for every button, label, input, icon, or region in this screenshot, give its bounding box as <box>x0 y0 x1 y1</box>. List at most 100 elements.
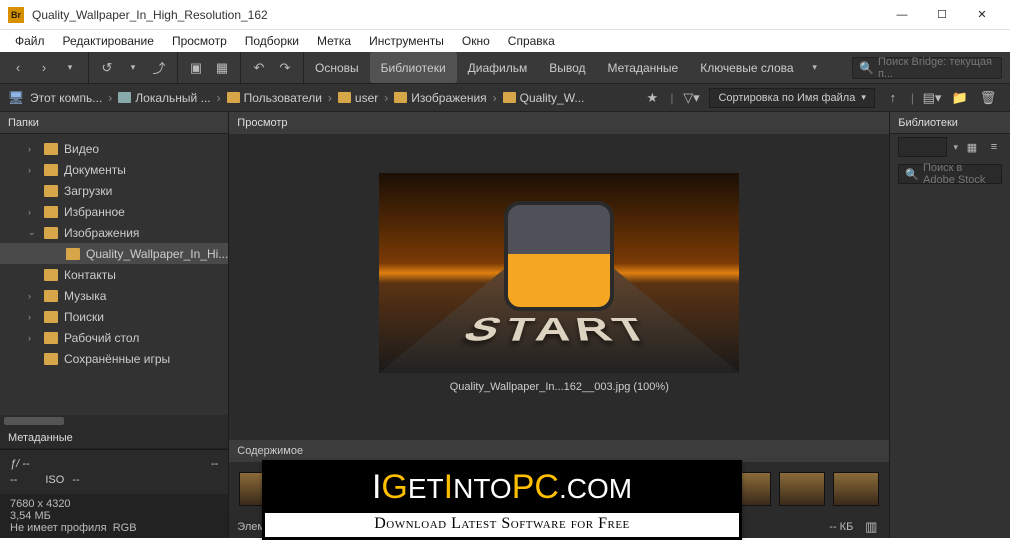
thumbnail[interactable] <box>833 472 879 506</box>
tree-item[interactable]: ›Рабочий стол <box>0 327 228 348</box>
list-view-icon[interactable]: ≡ <box>986 139 1002 155</box>
size-indicator: -- КБ <box>829 521 853 533</box>
drive-icon <box>118 92 131 103</box>
folder-icon <box>227 92 240 103</box>
tree-item[interactable]: Загрузки <box>0 180 228 201</box>
tree-item[interactable]: ›Избранное <box>0 201 228 222</box>
tree-item[interactable]: ›Музыка <box>0 285 228 306</box>
chevron-right-icon: › <box>326 91 334 105</box>
folder-tree: ›Видео ›Документы Загрузки ›Избранное ⌄И… <box>0 134 228 415</box>
tree-item[interactable]: ⌄Изображения <box>0 222 228 243</box>
aperture-label: ƒ/ -- <box>10 458 30 470</box>
tab-metadata[interactable]: Метаданные <box>597 52 690 83</box>
sort-asc-icon[interactable]: ↑ <box>883 88 903 108</box>
tab-keywords[interactable]: Ключевые слова <box>689 52 804 83</box>
menu-view[interactable]: Просмотр <box>163 32 236 50</box>
preview-area: START Quality_Wallpaper_In...162__003.jp… <box>229 134 889 440</box>
app-icon: Br <box>8 7 24 23</box>
folder-icon <box>44 311 58 323</box>
tab-output[interactable]: Вывод <box>538 52 596 83</box>
boomerang-icon[interactable]: ⤴ <box>149 58 169 78</box>
tree-item-selected[interactable]: Quality_Wallpaper_In_Hi... <box>0 243 228 264</box>
chevron-down-icon[interactable]: ▾ <box>60 58 80 78</box>
chevron-right-icon: › <box>106 91 114 105</box>
preview-panel-header[interactable]: Просмотр <box>229 112 889 134</box>
forward-button[interactable]: › <box>34 58 54 78</box>
back-button[interactable]: ‹ <box>8 58 28 78</box>
computer-icon[interactable]: 🖥 <box>6 88 26 108</box>
menu-help[interactable]: Справка <box>499 32 564 50</box>
breadcrumb[interactable]: Пользователи <box>223 91 326 105</box>
folders-panel-header[interactable]: Папки <box>0 112 228 134</box>
tree-item[interactable]: ›Поиски <box>0 306 228 327</box>
tree-item[interactable]: Контакты <box>0 264 228 285</box>
breadcrumb[interactable]: Этот компь... <box>26 91 106 105</box>
minimize-button[interactable]: — <box>882 1 922 29</box>
rotate-ccw-icon[interactable]: ↶ <box>249 58 269 78</box>
tab-essentials[interactable]: Основы <box>304 52 370 83</box>
preview-caption: Quality_Wallpaper_In...162__003.jpg (100… <box>442 373 677 401</box>
folder-icon <box>44 227 58 239</box>
image-text: START <box>452 312 666 351</box>
library-select[interactable] <box>898 137 947 157</box>
chevron-down-icon[interactable]: ▾ <box>805 58 825 78</box>
metadata-body: ƒ/ ---- --ISO-- <box>0 450 228 494</box>
options-icon[interactable]: ▥ <box>861 517 881 537</box>
watermark-brand: IGETINTOPC.COM <box>265 463 739 513</box>
folder-icon <box>338 92 351 103</box>
maximize-button[interactable]: ☐ <box>922 1 962 29</box>
tree-item[interactable]: ›Видео <box>0 138 228 159</box>
dimensions-value: 7680 x 4320 <box>10 498 137 510</box>
menu-edit[interactable]: Редактирование <box>54 32 163 50</box>
close-button[interactable]: ✕ <box>962 1 1002 29</box>
menu-window[interactable]: Окно <box>453 32 499 50</box>
funnel-icon[interactable]: ▽▾ <box>681 88 701 108</box>
tab-libraries[interactable]: Библиотеки <box>370 52 457 83</box>
menu-file[interactable]: Файл <box>6 32 54 50</box>
breadcrumb-bar: 🖥 Этот компь... › Локальный ... › Пользо… <box>0 84 1010 112</box>
toolbar: ‹ › ▾ ↺ ▾ ⤴ ▣ ▦ ↶ ↷ Основы Библиотеки Ди… <box>0 52 1010 84</box>
menu-tools[interactable]: Инструменты <box>360 32 453 50</box>
metadata-footer: 7680 x 4320 3,54 МБ Не имеет профиля RGB <box>0 494 228 538</box>
preview-image[interactable]: START <box>379 173 739 373</box>
chevron-down-icon[interactable]: ▾ <box>953 142 958 153</box>
breadcrumb[interactable]: Quality_W... <box>499 91 589 105</box>
grid-view-icon[interactable]: ▦ <box>964 139 980 155</box>
workspace-tabs: Основы Библиотеки Диафильм Вывод Метадан… <box>304 52 825 83</box>
tree-item[interactable]: Сохранённые игры <box>0 348 228 369</box>
window-title: Quality_Wallpaper_In_High_Resolution_162 <box>32 8 882 22</box>
chevron-right-icon: › <box>491 91 499 105</box>
trash-icon[interactable]: 🗑 <box>978 88 998 108</box>
breadcrumb[interactable]: Локальный ... <box>114 91 214 105</box>
menubar: Файл Редактирование Просмотр Подборки Ме… <box>0 30 1010 52</box>
library-search-input[interactable]: 🔍 Поиск в Adobe Stock <box>898 164 1002 184</box>
chevron-right-icon: › <box>215 91 223 105</box>
menu-stacks[interactable]: Подборки <box>236 32 308 50</box>
tab-filmstrip[interactable]: Диафильм <box>457 52 539 83</box>
rotate-cw-icon[interactable]: ↷ <box>275 58 295 78</box>
libraries-panel-header[interactable]: Библиотеки <box>890 112 1010 134</box>
sort-dropdown[interactable]: Сортировка по Имя файла▾ <box>709 88 874 108</box>
menu-label[interactable]: Метка <box>308 32 360 50</box>
folder-icon <box>44 332 58 344</box>
metadata-panel-header[interactable]: Метаданные <box>0 427 228 449</box>
search-input[interactable]: 🔍 Поиск Bridge: текущая п... <box>852 57 1002 79</box>
chevron-down-icon[interactable]: ▾ <box>123 58 143 78</box>
open-app-icon[interactable]: ▤▾ <box>922 88 942 108</box>
recent-icon[interactable]: ↺ <box>97 58 117 78</box>
filter-stars-icon[interactable]: ★ <box>642 88 662 108</box>
content-panel-header[interactable]: Содержимое <box>229 440 889 462</box>
folder-icon <box>44 206 58 218</box>
search-icon: 🔍 <box>859 61 874 75</box>
camera-icon[interactable]: ▣ <box>186 58 206 78</box>
breadcrumb[interactable]: user <box>334 91 382 105</box>
new-folder-icon[interactable]: 📁 <box>950 88 970 108</box>
grid-icon[interactable]: ▦ <box>212 58 232 78</box>
thumbnail[interactable] <box>779 472 825 506</box>
breadcrumb[interactable]: Изображения <box>390 91 490 105</box>
horizontal-scrollbar[interactable] <box>0 415 228 427</box>
chevron-right-icon: › <box>382 91 390 105</box>
folder-icon <box>44 164 58 176</box>
tree-item[interactable]: ›Документы <box>0 159 228 180</box>
folder-icon <box>44 290 58 302</box>
